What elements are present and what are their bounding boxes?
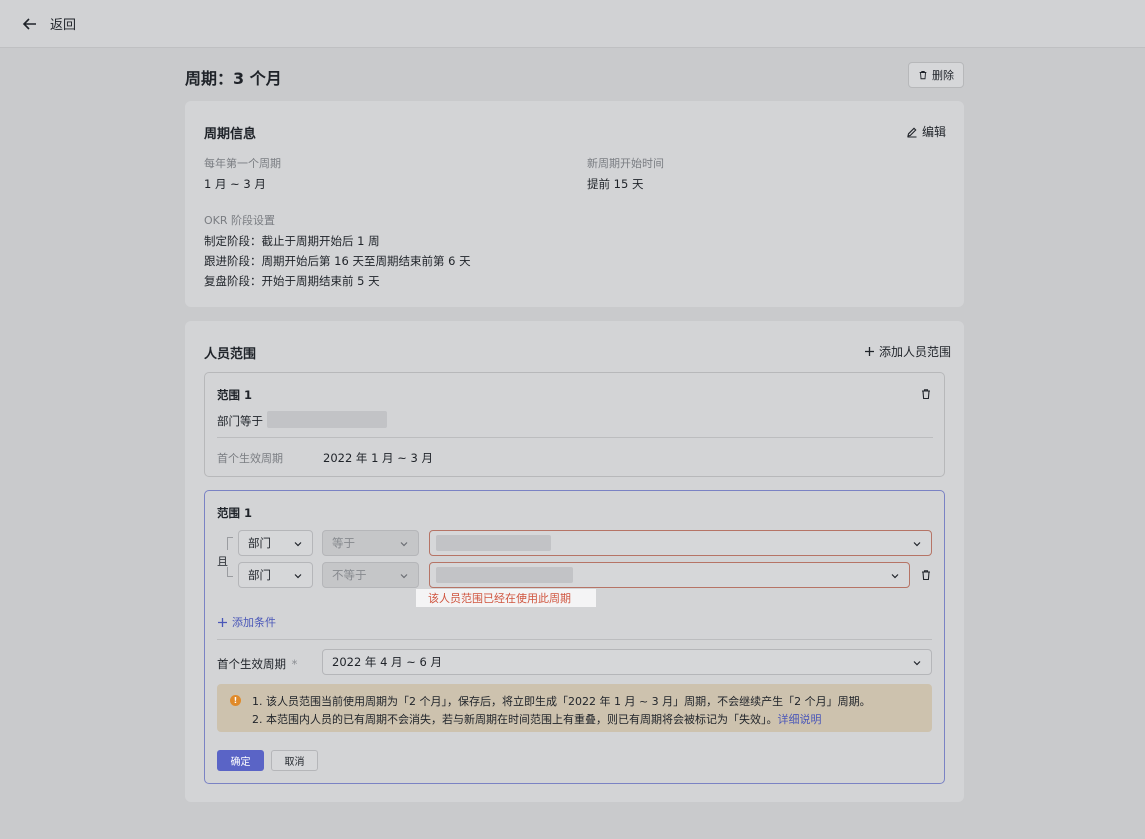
chevron-down-icon (913, 661, 921, 666)
chevron-down-icon (400, 574, 408, 579)
existing-scope-card: 范围 1 部门等于 首个生效周期 2022 年 1 月 ~ 3 月 (204, 372, 945, 477)
first-cycle-select[interactable]: 2022 年 4 月 ~ 6 月 (322, 649, 932, 675)
chevron-down-icon (294, 542, 302, 547)
arrow-left-icon (22, 17, 36, 30)
and-bracket-top (227, 537, 233, 550)
plus-icon (218, 617, 227, 627)
cancel-button[interactable]: 取消 (271, 750, 318, 771)
notice-line-1: 1. 该人员范围当前使用周期为「2 个月」，保存后，将立即生成「2022 年 1… (252, 695, 871, 708)
existing-first-cycle-value: 2022 年 1 月 ~ 3 月 (323, 451, 433, 465)
error-tip: 该人员范围已经在使用此周期 (416, 589, 596, 607)
back-label: 返回 (50, 18, 77, 33)
scope-title: 人员范围 (204, 347, 257, 362)
edit-button[interactable]: 编辑 (906, 123, 946, 140)
existing-first-cycle-label: 首个生效周期 (217, 452, 283, 465)
field-select[interactable]: 部门 (238, 562, 313, 588)
first-cycle-label: 每年第一个周期 (204, 157, 281, 170)
divider (217, 639, 932, 640)
trash-icon (919, 71, 927, 80)
new-cycle-start-value: 提前 15 天 (587, 177, 644, 191)
confirm-button[interactable]: 确定 (217, 750, 264, 771)
editing-scope-title: 范围 1 (217, 506, 253, 520)
redacted-department (267, 411, 387, 428)
stage-item: 制定阶段：截止于周期开始后 1 周 (204, 234, 380, 248)
department-value-select[interactable] (429, 562, 910, 588)
add-condition-label: 添加条件 (232, 616, 276, 629)
stage-item: 复盘阶段：开始于周期结束前 5 天 (204, 274, 380, 288)
warning-icon: ! (230, 695, 241, 706)
operator-select-value: 等于 (332, 536, 355, 550)
delete-button[interactable]: 删除 (908, 62, 964, 88)
stage-item: 跟进阶段：周期开始后第 16 天至周期结束前第 6 天 (204, 254, 471, 268)
first-cycle-value: 1 月 ~ 3 月 (204, 177, 266, 191)
divider (217, 437, 933, 438)
add-scope-button[interactable]: 添加人员范围 (864, 343, 951, 360)
pencil-icon (907, 127, 917, 138)
plus-icon (865, 347, 874, 356)
chevron-down-icon (400, 542, 408, 547)
first-cycle-label: 首个生效周期 * (217, 656, 297, 672)
okr-stage-label: OKR 阶段设置 (204, 214, 276, 227)
operator-select[interactable]: 等于 (322, 530, 419, 556)
top-bar: 返回 (0, 0, 1145, 48)
department-value-select[interactable] (429, 530, 932, 556)
delete-label: 删除 (932, 69, 954, 82)
notice-line-2: 2. 本范围内人员的已有周期不会消失，若与新周期在时间范围上有重叠，则已有周期将… (252, 711, 822, 727)
add-scope-label: 添加人员范围 (879, 345, 952, 359)
details-link[interactable]: 详细说明 (778, 713, 822, 726)
field-select-value: 部门 (248, 536, 271, 550)
field-select-value: 部门 (248, 568, 271, 582)
page-title: 周期：3 个月 (185, 69, 282, 88)
back-button[interactable]: 返回 (22, 14, 76, 33)
chevron-down-icon (913, 542, 921, 547)
operator-select[interactable]: 不等于 (322, 562, 419, 588)
chevron-down-icon (891, 574, 899, 579)
first-cycle-label-text: 首个生效周期 (217, 657, 286, 671)
operator-select-value: 不等于 (332, 568, 367, 582)
chevron-down-icon (294, 574, 302, 579)
field-select[interactable]: 部门 (238, 530, 313, 556)
redacted-department (436, 535, 551, 551)
add-condition-button[interactable]: 添加条件 (217, 614, 276, 630)
existing-scope-title: 范围 1 (217, 388, 253, 402)
warning-notice: ! 1. 该人员范围当前使用周期为「2 个月」，保存后，将立即生成「2022 年… (217, 684, 932, 732)
and-label: 且 (217, 555, 228, 568)
trash-icon[interactable] (920, 569, 932, 581)
condition-label: 部门等于 (217, 414, 263, 428)
new-cycle-start-label: 新周期开始时间 (587, 157, 664, 170)
trash-icon[interactable] (920, 388, 932, 400)
required-mark: * (291, 657, 298, 671)
notice-line-2-text: 2. 本范围内人员的已有周期不会消失，若与新周期在时间范围上有重叠，则已有周期将… (252, 713, 778, 726)
redacted-department (436, 567, 573, 583)
cycle-info-card: 周期信息 编辑 每年第一个周期 1 月 ~ 3 月 新周期开始时间 提前 15 … (185, 101, 964, 307)
first-cycle-select-value: 2022 年 4 月 ~ 6 月 (332, 655, 442, 669)
cycle-info-title: 周期信息 (204, 127, 257, 142)
edit-label: 编辑 (922, 125, 947, 139)
